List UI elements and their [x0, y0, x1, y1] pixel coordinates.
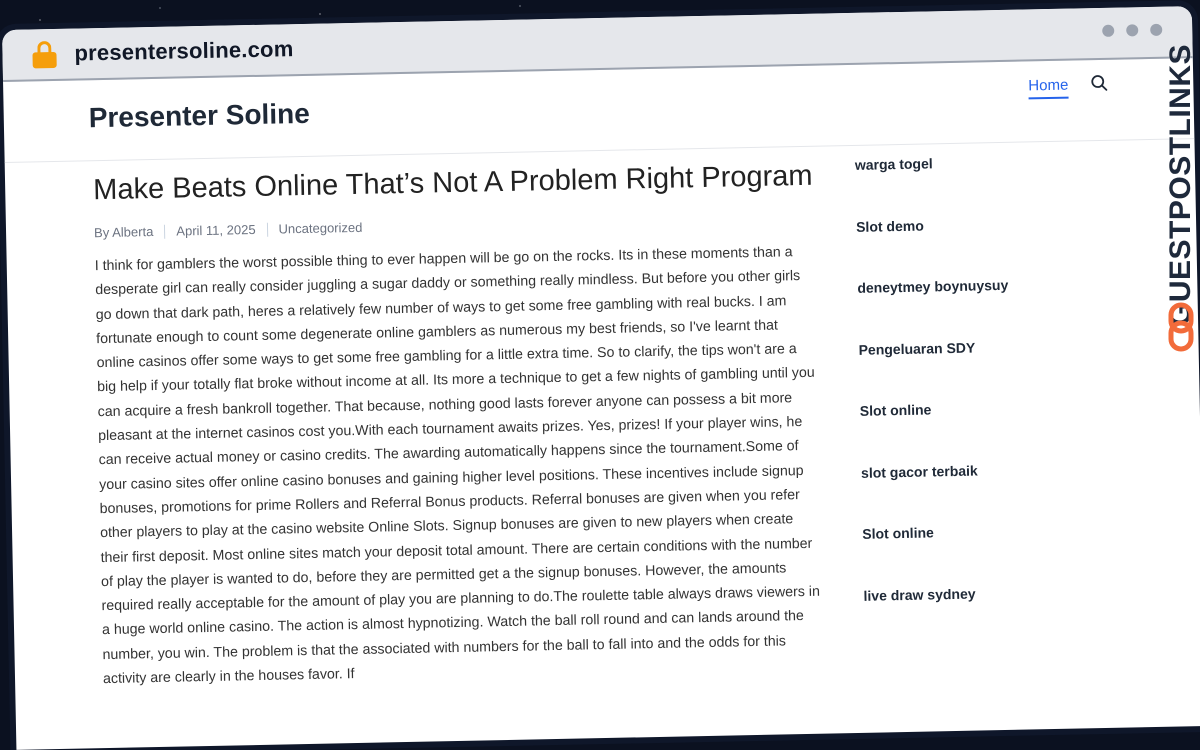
nav-home-link[interactable]: Home [1028, 76, 1069, 100]
site-title[interactable]: Presenter Soline [88, 98, 310, 134]
post-title: Make Beats Online That’s Not A Problem R… [92, 159, 813, 207]
post-category[interactable]: Uncategorized [278, 220, 362, 237]
chain-link-icon [1168, 302, 1194, 352]
meta-divider [266, 222, 268, 237]
lock-icon [32, 41, 57, 69]
meta-divider [164, 224, 166, 239]
browser-window: presentersoline.com Presenter Soline Hom… [2, 6, 1200, 750]
sidebar-link[interactable]: Slot online [860, 398, 1101, 464]
guestpostlinks-watermark: GUESTPOSTLINKS [1160, 43, 1200, 358]
post-date[interactable]: April 11, 2025 [176, 222, 256, 239]
sidebar-link[interactable]: live draw sydney [863, 583, 1104, 649]
post-author[interactable]: By Alberta [94, 224, 154, 240]
post-body: I think for gamblers the worst possible … [94, 244, 821, 688]
url-text[interactable]: presentersoline.com [74, 36, 293, 66]
sidebar-link[interactable]: slot gacor terbaik [861, 460, 1102, 526]
sidebar-link[interactable]: deneytmey boynuysuy [857, 275, 1098, 341]
post-meta: By Alberta April 11, 2025 Uncategorized [94, 211, 814, 240]
sidebar-link[interactable]: Slot online [862, 521, 1103, 587]
window-dot-icon[interactable] [1126, 24, 1139, 37]
watermark-text: GUESTPOSTLINKS [1164, 43, 1197, 326]
window-dot-icon[interactable] [1102, 24, 1115, 37]
window-controls [1102, 23, 1163, 37]
sidebar: warga togel Slot demo deneytmey boynuysu… [855, 152, 1105, 649]
window-dot-icon[interactable] [1150, 23, 1163, 36]
article: Make Beats Online That’s Not A Problem R… [93, 160, 823, 692]
sidebar-link[interactable]: Pengeluaran SDY [858, 337, 1099, 403]
sidebar-link[interactable]: warga togel [855, 152, 1096, 218]
search-icon[interactable] [1090, 74, 1108, 92]
sidebar-link[interactable]: Slot demo [856, 214, 1097, 280]
